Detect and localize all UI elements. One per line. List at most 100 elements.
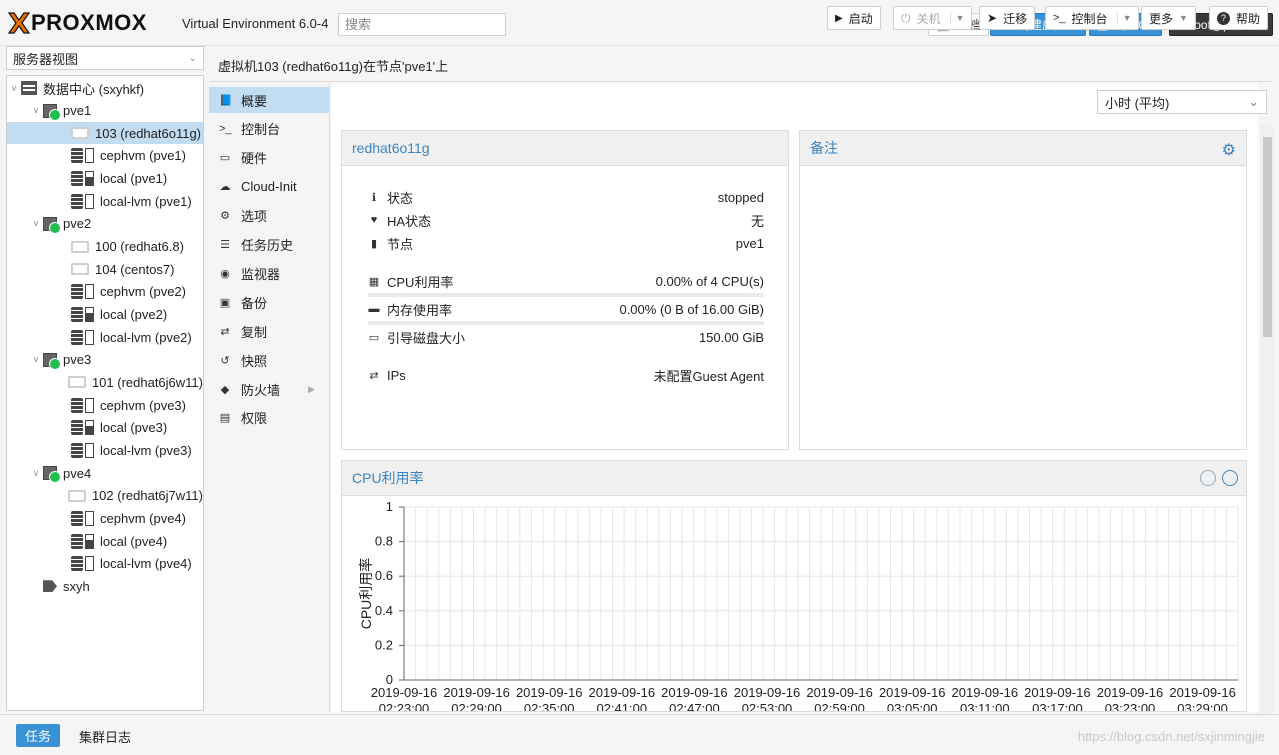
main-scrollbar[interactable] [1260,125,1274,713]
tree-item-label: cephvm (pve3) [100,397,186,413]
vm-icon [71,240,89,253]
x-tick-time: 02:47:00 [669,701,720,712]
usage-bar-icon [85,533,94,549]
nav-item[interactable]: ◉ 监视器 [209,260,329,286]
tree-item[interactable]: cephvm (pve2) [7,281,203,303]
tree-item-label: local-lvm (pve1) [100,193,192,209]
tree-item[interactable]: cephvm (pve1) [7,145,203,167]
gear-icon[interactable]: ⚙ [1222,140,1236,160]
proxmox-logo[interactable]: PROXMOX [7,10,147,36]
tree-item[interactable]: 103 (redhat6o11g) [7,122,203,145]
tree-item[interactable]: local (pve1) [7,168,203,190]
status-row-label-group: ♥ HA状态 [368,211,431,230]
status-panel-body: ℹ 状态 stopped ♥ HA状态 无 ▮ 节点 pve1 ▦ CPU利用率 0.00% of 4… [341,166,789,450]
tree-item-label: local (pve3) [100,420,168,436]
chevron-down-icon[interactable]: ▼ [1116,13,1131,23]
nav-item[interactable]: ▭ 硬件 [209,145,329,171]
status-row-label-group: ▭ 引导磁盘大小 [368,328,465,347]
tree-item[interactable]: ∨ pve3 [7,349,203,371]
x-tick-time: 02:41:00 [596,701,647,712]
tree-item[interactable]: ∨ 数据中心 (sxyhkf) [7,77,203,99]
tree-item[interactable]: 101 (redhat6j6w11) [7,371,203,393]
scrollbar-thumb[interactable] [1263,137,1272,337]
nav-item[interactable]: >_ 控制台 [209,116,329,142]
status-row: ℹ 状态 stopped [368,187,764,207]
more-button[interactable]: 更多 ▼ [1141,6,1196,30]
search-input[interactable] [338,13,506,36]
status-label: IPs [387,367,406,383]
tab-tasks[interactable]: 任务 [16,724,60,747]
nav-item[interactable]: ↺ 快照 [209,347,329,373]
nav-item[interactable]: ▤ 权限 [209,405,329,431]
tree-item[interactable]: local-lvm (pve1) [7,190,203,212]
tree-item[interactable]: local (pve3) [7,417,203,439]
help-button[interactable]: ? 帮助 [1209,6,1269,30]
vm-icon [68,376,86,389]
toggle-legend-icon[interactable] [1222,470,1238,486]
proxmox-x-icon [7,12,31,34]
server-icon [43,352,61,370]
tree-item[interactable]: cephvm (pve4) [7,507,203,529]
tree-item[interactable]: ∨ pve1 [7,100,203,122]
tree-item[interactable]: local-lvm (pve3) [7,439,203,461]
tree-item[interactable]: ∨ pve4 [7,462,203,484]
tree-item[interactable]: 104 (centos7) [7,258,203,280]
console-button[interactable]: >_ 控制台 ▼ [1045,6,1140,30]
start-button[interactable]: ▶ 启动 [827,6,881,30]
x-tick-time: 02:23:00 [379,701,430,712]
tree-item[interactable]: ∨ pve2 [7,213,203,235]
nav-item[interactable]: 📘 概要 [209,87,329,113]
cpu-chart-title: CPU利用率 [352,470,424,486]
migrate-label: 迁移 [1003,11,1028,26]
nav-item[interactable]: ☰ 任务历史 [209,232,329,258]
gear-icon: ⚙ [220,210,230,223]
status-label: 状态 [387,190,414,206]
book-icon: 📘 [219,94,233,107]
tree-item[interactable]: cephvm (pve3) [7,394,203,416]
tree-item-label: pve3 [63,352,92,368]
timeframe-select[interactable]: 小时 (平均) ⌄ [1097,90,1267,114]
x-tick-time: 03:29:00 [1177,701,1228,712]
expander-icon[interactable]: ∨ [29,105,43,116]
y-tick-label: 0.6 [375,568,393,583]
tab-cluster-log[interactable]: 集群日志 [79,727,131,746]
expander-icon[interactable]: ∨ [29,218,43,229]
migrate-button[interactable]: ➤ 迁移 [979,6,1036,30]
expander-icon[interactable]: ∨ [29,468,43,479]
nav-item[interactable]: ▣ 备份 [209,289,329,315]
retweet-icon: ⇄ [220,325,230,338]
x-tick-date: 2019-09-16 [371,685,438,700]
tree-item[interactable]: local (pve2) [7,304,203,326]
x-tick-date: 2019-09-16 [879,685,946,700]
tree-item[interactable]: 100 (redhat6.8) [7,236,203,258]
tree-item[interactable]: 102 (redhat6j7w11) [7,485,203,507]
building-icon: ▮ [370,237,378,250]
logo-text: PROXMOX [31,10,147,35]
x-tick-date: 2019-09-16 [516,685,583,700]
tree-item[interactable]: sxyh [7,575,203,597]
expander-icon[interactable]: ∨ [29,354,43,365]
x-tick-time: 02:59:00 [814,701,865,712]
usage-bar-icon [85,171,94,187]
nav-item[interactable]: ⇄ 复制 [209,318,329,344]
tree-item-label: pve1 [63,103,92,119]
storage-icon [71,148,83,164]
nav-item[interactable]: ◆ 防火墙 ▶ [209,376,329,402]
content-header: 虚拟机103 (redhat6o11g)在节点'pve1'上 [209,46,1273,82]
tree-item[interactable]: local-lvm (pve2) [7,326,203,348]
nav-item[interactable]: ⚙ 选项 [209,203,329,229]
nav-item-label: 备份 [241,295,268,311]
tree-item[interactable]: local (pve4) [7,530,203,552]
nav-item[interactable]: ☁ Cloud-Init [209,174,329,200]
chevron-down-icon[interactable]: ▼ [949,13,964,23]
storage-icon [71,193,83,209]
shutdown-button[interactable]: ⏻ 关机 ▼ [893,6,973,30]
undo-zoom-icon[interactable] [1200,470,1216,486]
expander-icon[interactable]: ∨ [7,83,21,94]
usage-bar-icon [85,307,94,322]
x-tick-date: 2019-09-16 [806,685,873,700]
tree-item[interactable]: local-lvm (pve4) [7,553,203,575]
status-row-label-group: ℹ 状态 [368,188,413,207]
view-selector[interactable]: 服务器视图 ⌄ [6,46,204,70]
x-tick-date: 2019-09-16 [589,685,656,700]
